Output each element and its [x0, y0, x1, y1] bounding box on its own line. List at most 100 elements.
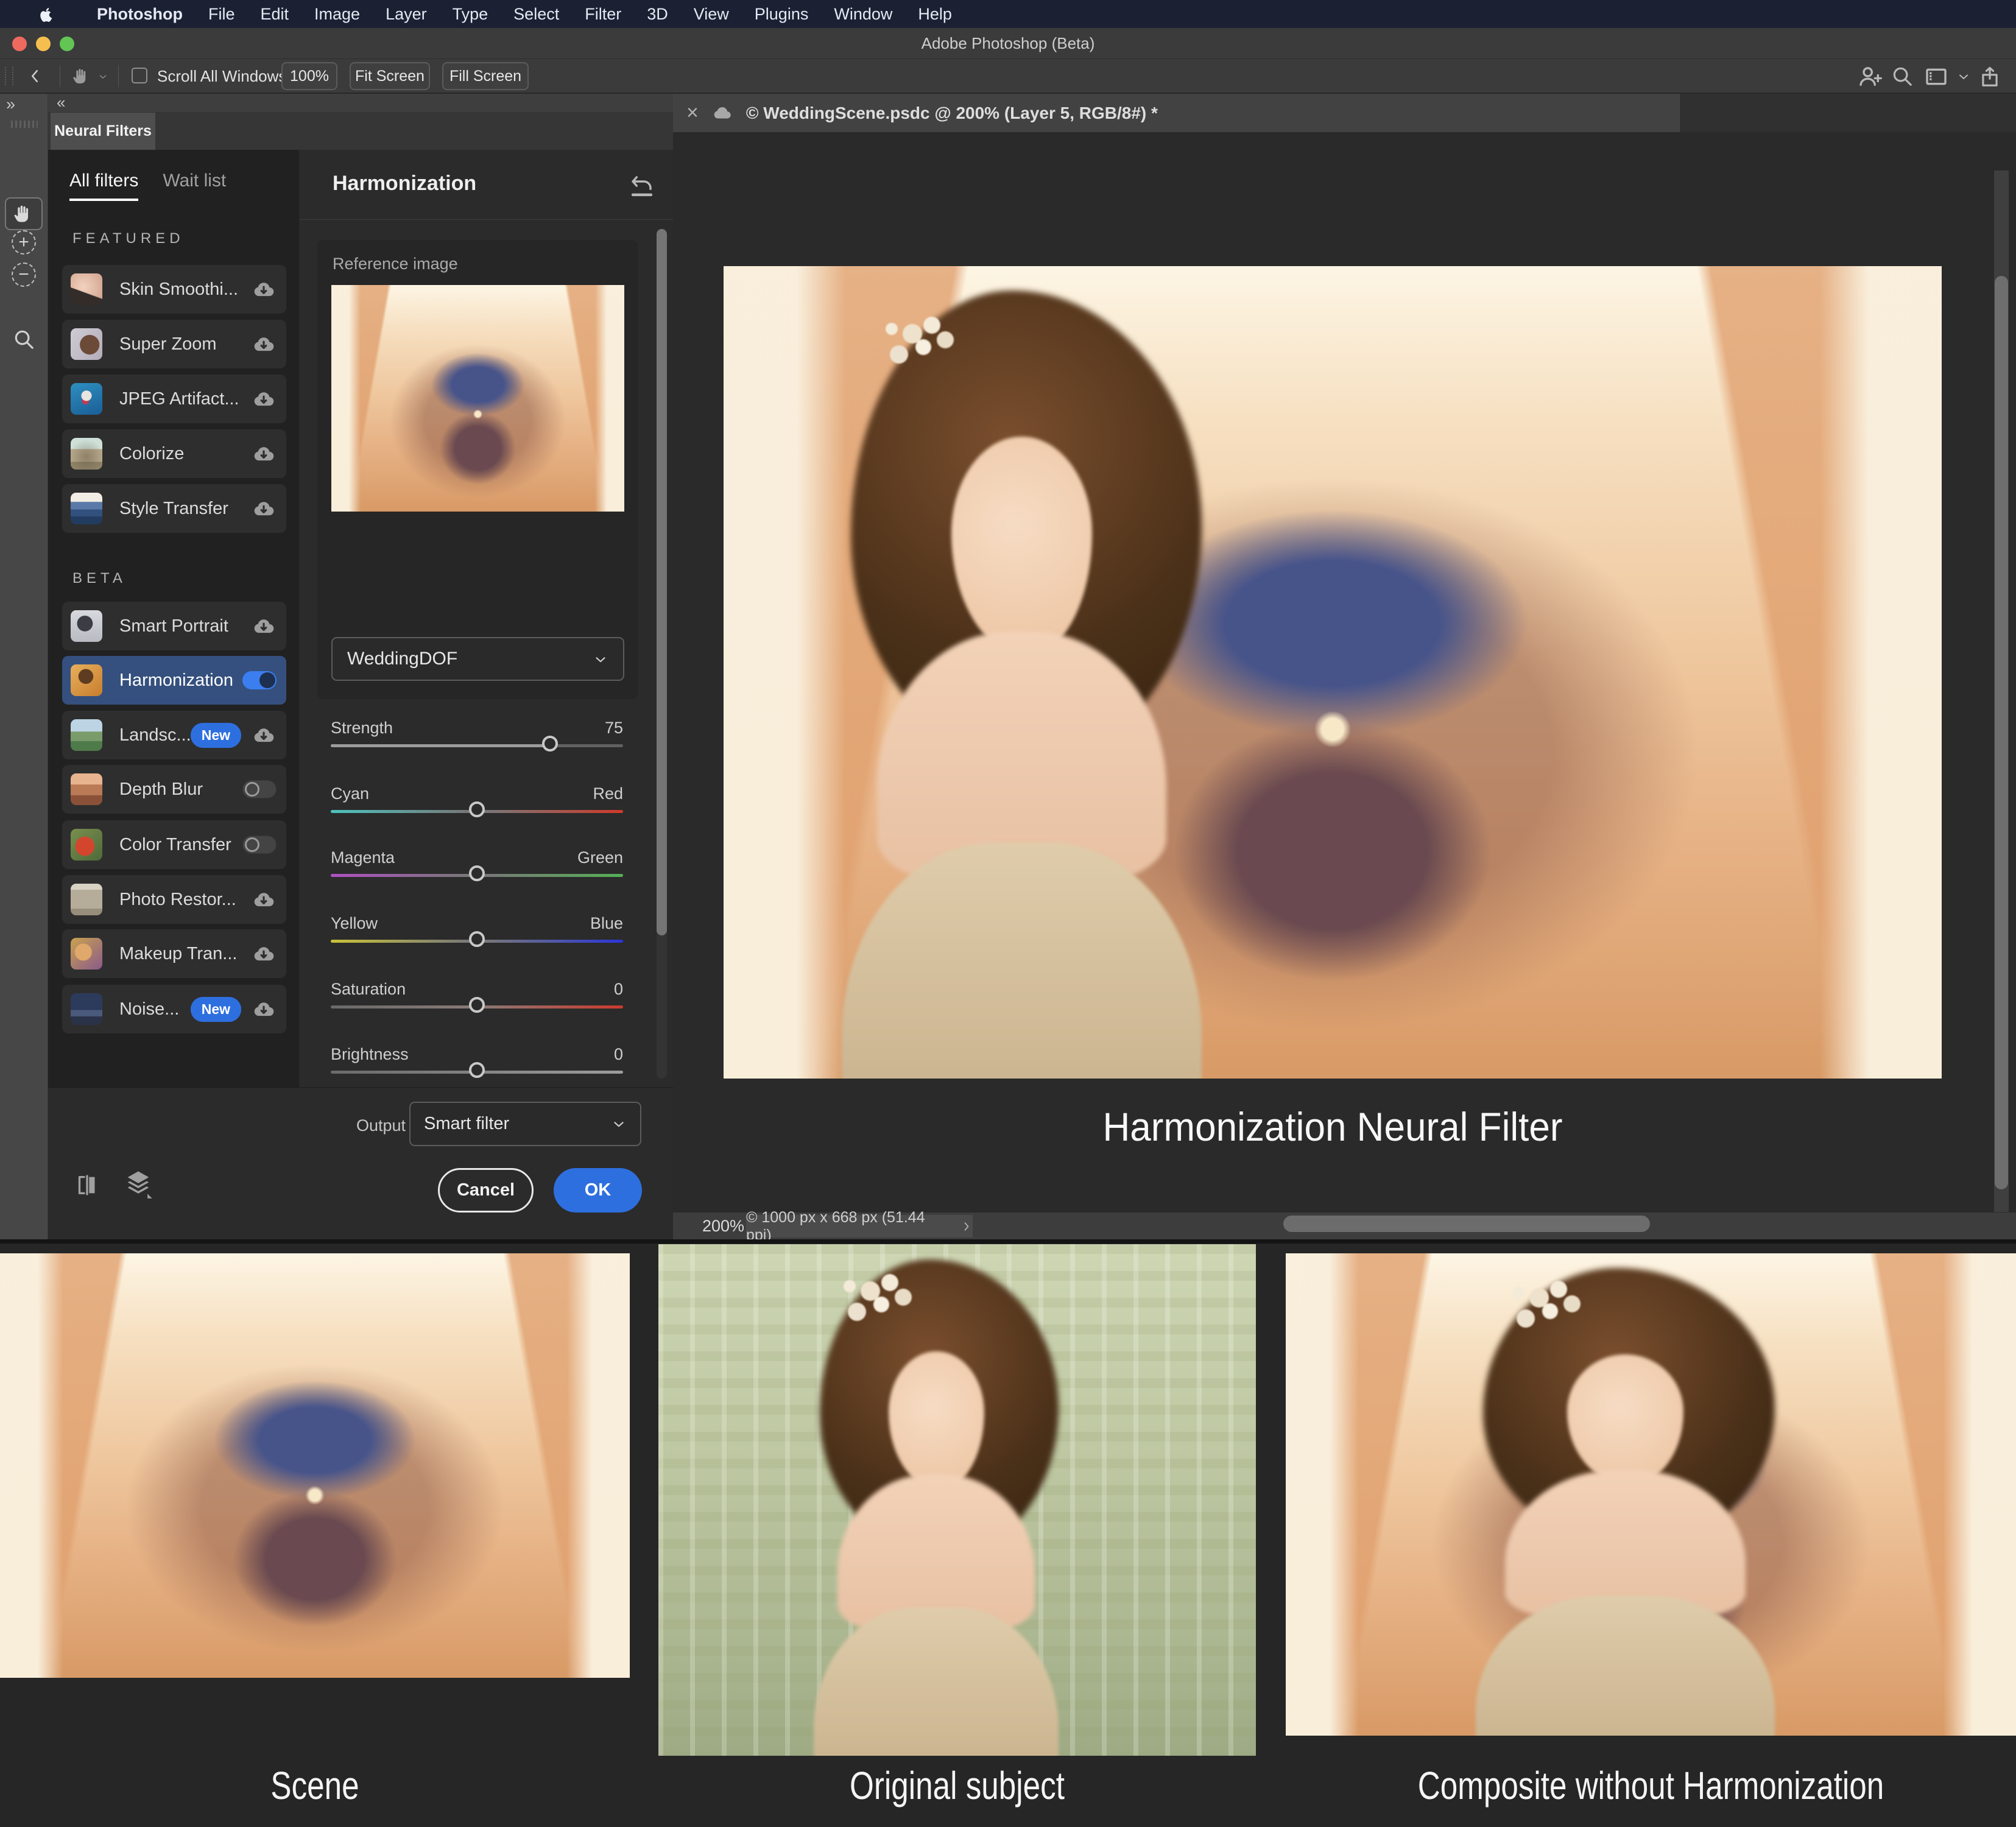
chevron-down-icon[interactable] — [1956, 69, 1971, 84]
cancel-button[interactable]: Cancel — [438, 1168, 534, 1213]
cloud-download-icon[interactable] — [251, 614, 277, 638]
menu-help[interactable]: Help — [905, 5, 965, 24]
fit-screen-button[interactable]: Fit Screen — [350, 62, 430, 90]
layers-icon[interactable] — [122, 1168, 154, 1200]
strength-slider[interactable] — [331, 744, 623, 747]
subtract-selection-tool[interactable]: − — [7, 258, 41, 291]
menu-window[interactable]: Window — [821, 5, 905, 24]
filter-noise-reduction[interactable]: Noise... New — [62, 985, 286, 1033]
vertical-scrollbar[interactable] — [1994, 171, 2009, 1250]
menu-image[interactable]: Image — [301, 5, 373, 24]
filter-smart-portrait[interactable]: Smart Portrait — [62, 602, 286, 650]
cloud-download-icon[interactable] — [251, 888, 277, 911]
hand-tool-active[interactable] — [5, 197, 43, 230]
output-select[interactable]: Smart filter — [409, 1102, 641, 1146]
cloud-download-icon[interactable] — [251, 942, 277, 965]
slider-thumb[interactable] — [469, 997, 485, 1013]
cloud-download-icon[interactable] — [251, 387, 277, 410]
menu-3d[interactable]: 3D — [634, 5, 681, 24]
cloud-download-icon[interactable] — [251, 333, 277, 356]
cloud-download-icon[interactable] — [251, 442, 277, 465]
filter-skin-smoothing[interactable]: Skin Smoothi... — [62, 265, 286, 314]
menu-type[interactable]: Type — [440, 5, 501, 24]
hand-tool-dropdown-chevron-icon[interactable] — [97, 71, 108, 82]
canvas-photo[interactable] — [724, 266, 1942, 1079]
caption-scene: Scene — [63, 1760, 566, 1811]
add-selection-tool[interactable]: + — [7, 226, 41, 259]
reference-image-thumbnail[interactable] — [331, 285, 624, 512]
tab-neural-filters[interactable]: Neural Filters — [51, 113, 155, 150]
share-icon[interactable] — [1978, 65, 2001, 89]
yellow-blue-slider[interactable] — [331, 940, 623, 943]
original-subject-image — [658, 1244, 1256, 1756]
hand-tool-option-icon[interactable] — [72, 66, 91, 86]
zoom-level-field[interactable]: 200% — [702, 1213, 744, 1240]
menu-edit[interactable]: Edit — [248, 5, 302, 24]
horizontal-scrollbar-thumb[interactable] — [1283, 1216, 1650, 1232]
cloud-download-icon[interactable] — [251, 497, 277, 520]
slider-thumb[interactable] — [469, 931, 485, 947]
reset-icon[interactable] — [629, 173, 655, 199]
tool-strip: » + − — [0, 94, 48, 1239]
color-transfer-toggle-off[interactable] — [242, 836, 277, 854]
filter-thumbnail — [71, 884, 102, 915]
tab-wait-list[interactable]: Wait list — [163, 171, 226, 201]
search-icon[interactable] — [1891, 65, 1914, 88]
brightness-slider[interactable] — [331, 1071, 623, 1074]
tab-all-filters[interactable]: All filters — [69, 171, 138, 201]
apple-menu-icon[interactable] — [26, 5, 67, 24]
slider-thumb[interactable] — [542, 736, 558, 752]
magenta-green-slider[interactable] — [331, 874, 623, 877]
back-chevron-icon[interactable] — [26, 65, 44, 87]
tool-strip-drag-handle[interactable] — [11, 121, 38, 128]
filter-depth-blur[interactable]: Depth Blur — [62, 765, 286, 814]
slider-value: 0 — [614, 1045, 623, 1064]
scrollbar-thumb[interactable] — [1995, 276, 2008, 1189]
scroll-all-windows-checkbox[interactable] — [132, 68, 147, 83]
slider-thumb[interactable] — [469, 865, 485, 881]
menu-view[interactable]: View — [681, 5, 742, 24]
reference-image-select[interactable]: WeddingDOF — [331, 637, 624, 681]
document-size-info[interactable]: © 1000 px x 668 px (51.44 ppi) — [746, 1215, 973, 1237]
menu-file[interactable]: File — [196, 5, 248, 24]
slider-thumb[interactable] — [469, 1062, 485, 1078]
filter-style-transfer[interactable]: Style Transfer — [62, 484, 286, 533]
panel-collapse-icon[interactable]: « — [48, 94, 673, 113]
dock-expand-icon[interactable]: » — [6, 95, 14, 114]
fill-screen-button[interactable]: Fill Screen — [442, 62, 529, 90]
chevron-right-icon[interactable] — [960, 1217, 973, 1235]
menu-layer[interactable]: Layer — [373, 5, 440, 24]
menu-select[interactable]: Select — [501, 5, 572, 24]
filter-landscape-mixer[interactable]: Landsc... New — [62, 711, 286, 759]
filter-photo-restoration[interactable]: Photo Restor... — [62, 875, 286, 924]
cloud-download-icon[interactable] — [251, 723, 277, 747]
zoom-100-button[interactable]: 100% — [281, 62, 337, 90]
ok-button[interactable]: OK — [554, 1168, 642, 1213]
filter-harmonization-selected[interactable]: Harmonization — [62, 656, 286, 705]
filter-makeup-transfer[interactable]: Makeup Tran... — [62, 929, 286, 978]
filter-jpeg-artifacts[interactable]: JPEG Artifact... — [62, 375, 286, 423]
workspace-switcher-icon[interactable] — [1923, 65, 1949, 89]
settings-scrollbar[interactable] — [657, 229, 667, 1079]
cloud-download-icon[interactable] — [251, 278, 277, 301]
filter-thumbnail — [71, 993, 102, 1025]
slider-thumb[interactable] — [469, 801, 485, 817]
close-tab-icon[interactable]: × — [686, 101, 699, 125]
cyan-red-slider[interactable] — [331, 810, 623, 813]
filter-super-zoom[interactable]: Super Zoom — [62, 320, 286, 368]
document-tab[interactable]: × © WeddingScene.psdc @ 200% (Layer 5, R… — [673, 94, 1681, 132]
preview-compare-icon[interactable] — [75, 1173, 99, 1197]
menu-plugins[interactable]: Plugins — [742, 5, 822, 24]
zoom-tool[interactable] — [7, 323, 41, 356]
toolbar-drag-handle[interactable] — [5, 67, 13, 85]
add-account-icon[interactable] — [1858, 65, 1882, 89]
menu-photoshop[interactable]: Photoshop — [84, 5, 196, 24]
menu-filter[interactable]: Filter — [572, 5, 634, 24]
saturation-slider[interactable] — [331, 1005, 623, 1009]
cloud-download-icon[interactable] — [251, 998, 277, 1021]
filter-colorize[interactable]: Colorize — [62, 429, 286, 478]
depth-blur-toggle-off[interactable] — [242, 780, 277, 798]
filter-color-transfer[interactable]: Color Transfer — [62, 820, 286, 869]
harmonization-toggle-on[interactable] — [242, 671, 277, 689]
scrollbar-thumb[interactable] — [657, 229, 667, 935]
